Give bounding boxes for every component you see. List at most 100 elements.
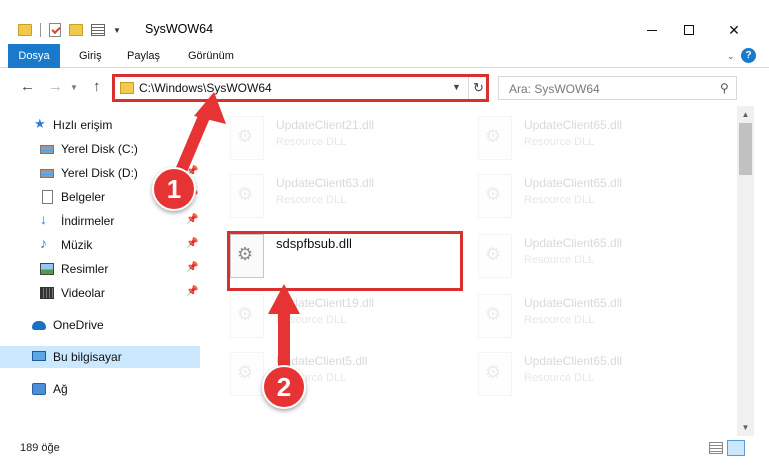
step-2-badge: 2 (262, 365, 306, 409)
sidebar-item-label: İndirmeler (61, 214, 115, 228)
drive-icon (40, 169, 54, 178)
sidebar-item-pictures[interactable]: Resimler 📌 (0, 258, 200, 280)
back-button[interactable]: ← (20, 78, 35, 95)
file-type: Resource DLL (524, 372, 595, 384)
expand-ribbon-icon[interactable]: ⌄ (727, 51, 735, 62)
sidebar-item-label: Hızlı erişim (53, 118, 113, 132)
pin-icon: 📌 (186, 286, 199, 297)
scroll-up-icon[interactable]: ▲ (737, 106, 754, 123)
gear-icon: ⚙ (237, 304, 254, 324)
file-tile[interactable]: ⚙ UpdateClient65.dll Resource DLL (462, 112, 702, 168)
sidebar-item-downloads[interactable]: ↓ İndirmeler 📌 (0, 210, 200, 232)
ribbon-tabs: Dosya Giriş Paylaş Görünüm ⌄ ? (0, 44, 769, 68)
dll-file-icon: ⚙ (478, 116, 512, 160)
toolbar-divider (40, 23, 41, 37)
item-count: 189 öğe (20, 442, 60, 454)
sidebar-item-label: Bu bilgisayar (53, 350, 122, 364)
properties-check-icon[interactable] (49, 23, 61, 37)
tab-share[interactable]: Paylaş (127, 44, 160, 68)
view-properties-icon[interactable] (91, 24, 105, 36)
file-name: UpdateClient65.dll (524, 118, 623, 132)
large-icons-view-icon[interactable] (727, 440, 745, 456)
help-icon[interactable]: ? (741, 48, 756, 63)
dll-file-icon: ⚙ (478, 352, 512, 396)
forward-button[interactable]: → (48, 78, 63, 95)
details-view-icon[interactable] (709, 442, 723, 454)
sidebar-item-videos[interactable]: Videolar 📌 (0, 282, 200, 304)
dll-file-icon: ⚙ (230, 294, 264, 338)
computer-icon (32, 351, 46, 361)
documents-icon (42, 190, 53, 204)
search-icon[interactable]: ⚲ (720, 81, 729, 95)
gear-icon: ⚙ (237, 362, 254, 382)
file-type: Resource DLL (524, 136, 595, 148)
dll-file-icon: ⚙ (230, 116, 264, 160)
file-name: UpdateClient65.dll (524, 296, 623, 310)
file-tile[interactable]: ⚙ UpdateClient5.dll Resource DLL (214, 348, 454, 404)
file-tile[interactable]: ⚙ UpdateClient65.dll Resource DLL (462, 230, 702, 286)
scroll-down-icon[interactable]: ▼ (737, 419, 754, 436)
file-name: UpdateClient21.dll (276, 118, 375, 132)
gear-icon: ⚙ (237, 126, 254, 146)
gear-icon: ⚙ (485, 244, 502, 264)
tab-view[interactable]: Görünüm (188, 44, 234, 68)
title-bar: ▼ SysWOW64 ✕ (0, 0, 769, 44)
sidebar-item-label: Resimler (61, 262, 109, 276)
sidebar-item-label: Yerel Disk (D:) (61, 166, 138, 180)
tab-home[interactable]: Giriş (79, 44, 102, 68)
file-name: UpdateClient63.dll (276, 176, 375, 190)
sidebar-item-label: Videolar (61, 286, 105, 300)
file-name: UpdateClient65.dll (524, 176, 623, 190)
file-name: UpdateClient19.dll (276, 296, 375, 310)
network-icon (32, 383, 46, 395)
sidebar-item-music[interactable]: ♪ Müzik 📌 (0, 234, 200, 256)
dll-file-icon: ⚙ (230, 352, 264, 396)
pin-icon: 📌 (186, 214, 199, 225)
pin-icon: 📌 (186, 238, 199, 249)
up-button[interactable]: ↑ (93, 78, 101, 95)
dll-file-icon: ⚙ (478, 234, 512, 278)
minimize-icon (647, 29, 657, 31)
sidebar-item-this-pc[interactable]: Bu bilgisayar (0, 346, 200, 368)
file-highlight (227, 231, 463, 291)
gear-icon: ⚙ (485, 362, 502, 382)
address-bar-highlight (112, 74, 489, 102)
search-input[interactable]: Ara: SysWOW64 ⚲ (498, 76, 737, 100)
scrollbar-thumb[interactable] (739, 123, 752, 175)
customize-toolbar-dropdown-icon[interactable]: ▼ (113, 26, 121, 35)
file-tile[interactable]: ⚙ UpdateClient65.dll Resource DLL (462, 170, 702, 226)
sidebar-item-quick-access[interactable]: ★ Hızlı erişim (0, 114, 200, 136)
sidebar-item-label: Belgeler (61, 190, 106, 204)
star-icon: ★ (34, 116, 46, 131)
file-tile[interactable]: ⚙ UpdateClient21.dll Resource DLL (214, 112, 454, 168)
dll-file-icon: ⚙ (478, 174, 512, 218)
recent-locations-dropdown-icon[interactable]: ▼ (70, 83, 78, 92)
file-tile[interactable]: ⚙ UpdateClient19.dll Resource DLL (214, 290, 454, 346)
sidebar-item-network[interactable]: Ağ (0, 378, 200, 400)
maximize-icon (684, 25, 694, 35)
file-tile[interactable]: ⚙ UpdateClient63.dll Resource DLL (214, 170, 454, 226)
navigation-pane: ★ Hızlı erişim Yerel Disk (C:) Yerel Dis… (0, 106, 212, 436)
folder-icon (18, 24, 32, 36)
sidebar-item-onedrive[interactable]: OneDrive (0, 314, 200, 336)
gear-icon: ⚙ (485, 184, 502, 204)
quick-access-toolbar: ▼ (18, 22, 121, 38)
music-icon: ♪ (40, 235, 47, 251)
file-type: Resource DLL (276, 194, 347, 206)
file-type: Resource DLL (524, 194, 595, 206)
gear-icon: ⚙ (485, 304, 502, 324)
search-placeholder: Ara: SysWOW64 (509, 82, 600, 96)
sidebar-item-drive-c[interactable]: Yerel Disk (C:) (0, 138, 200, 160)
maximize-button[interactable] (666, 16, 712, 44)
tab-file[interactable]: Dosya (8, 44, 60, 68)
dll-file-icon: ⚙ (230, 174, 264, 218)
gear-icon: ⚙ (237, 184, 254, 204)
vertical-scrollbar[interactable]: ▲ ▼ (737, 106, 754, 436)
file-tile[interactable]: ⚙ UpdateClient65.dll Resource DLL (462, 290, 702, 346)
file-name: UpdateClient65.dll (524, 354, 623, 368)
new-folder-icon[interactable] (69, 24, 83, 36)
dll-file-icon: ⚙ (478, 294, 512, 338)
close-button[interactable]: ✕ (711, 16, 757, 44)
file-name: UpdateClient65.dll (524, 236, 623, 250)
file-tile[interactable]: ⚙ UpdateClient65.dll Resource DLL (462, 348, 702, 404)
